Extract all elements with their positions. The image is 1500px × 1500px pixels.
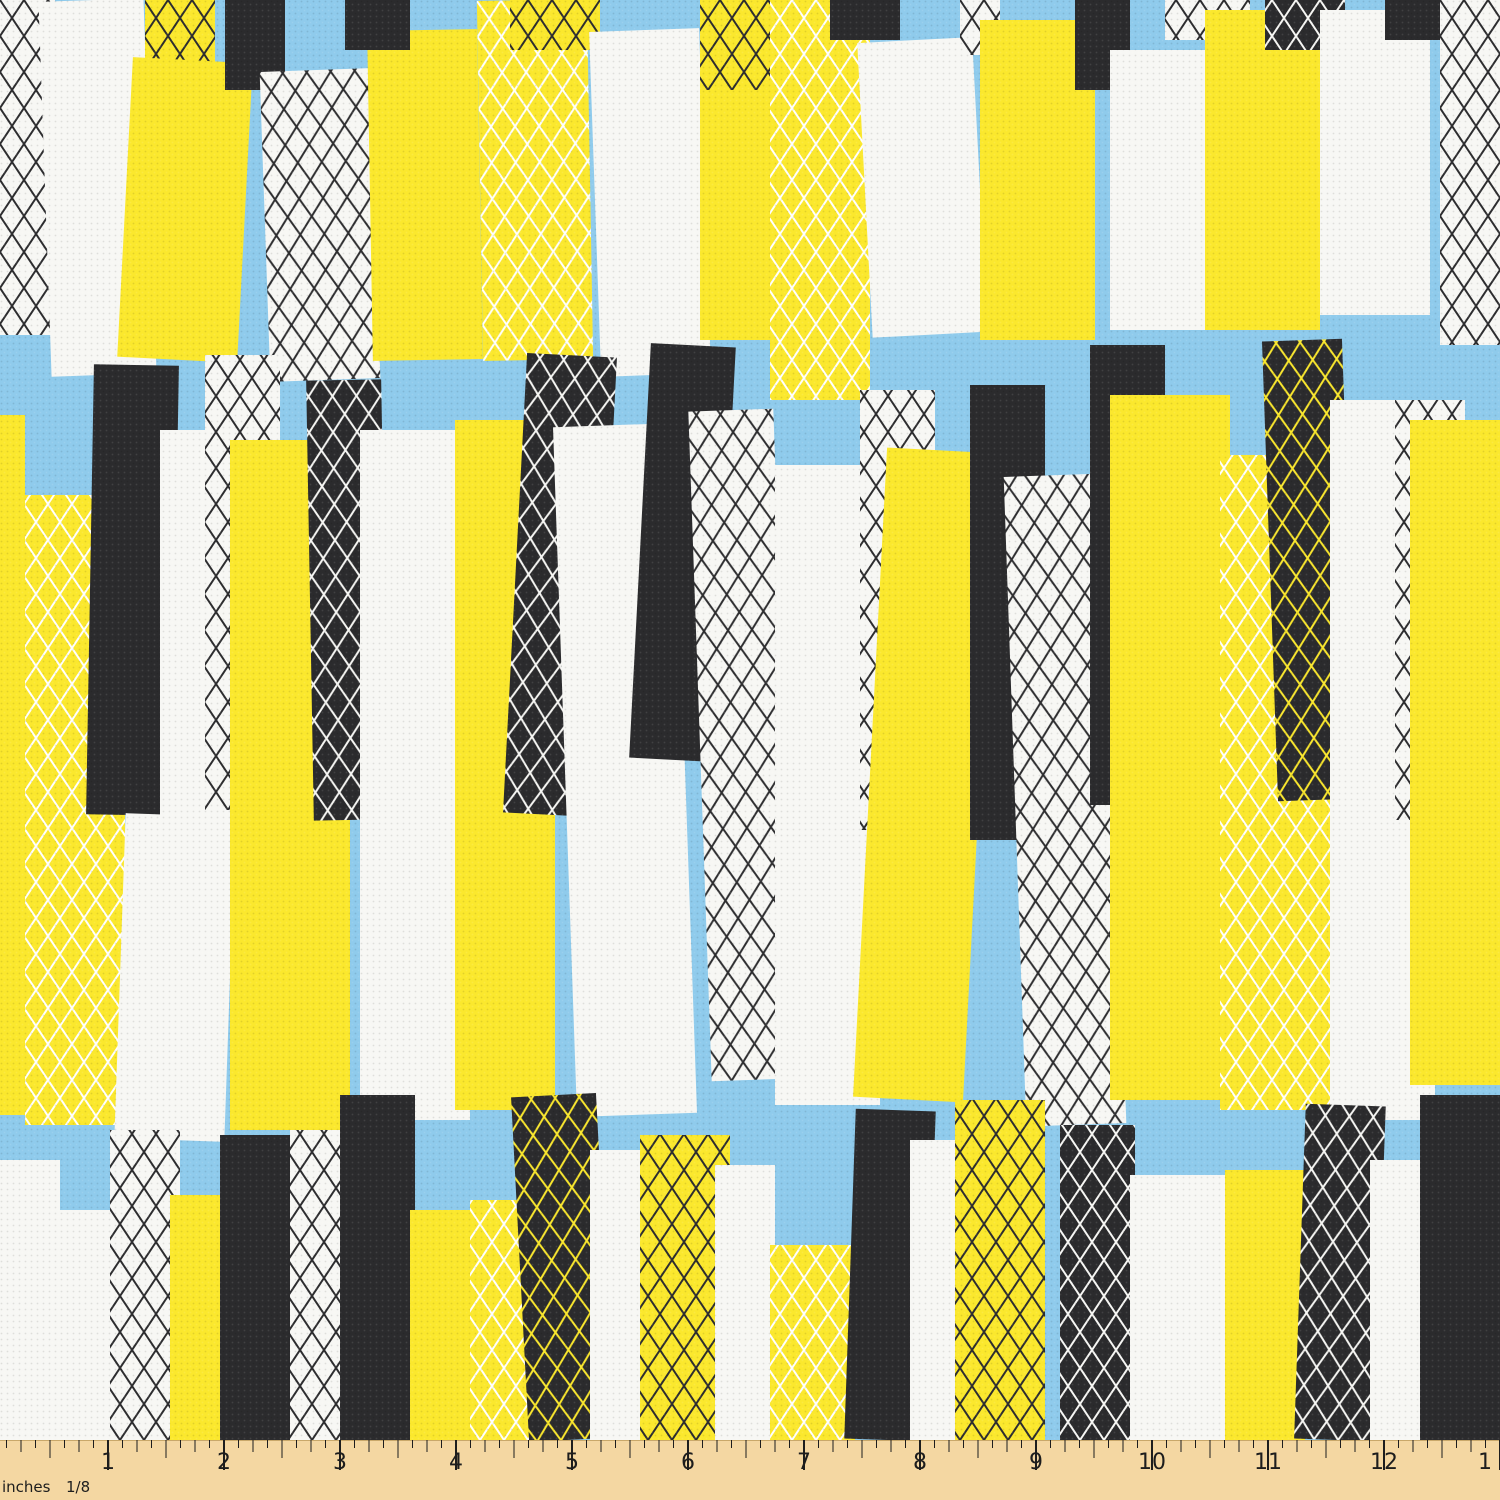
ruler-number: 6 — [681, 1450, 695, 1475]
ruler-number: 1 — [101, 1450, 115, 1475]
ruler-fraction-label: 1/8 — [66, 1478, 90, 1496]
ruler-number: 12 — [1370, 1450, 1398, 1475]
ruler-number: 9 — [1029, 1450, 1043, 1475]
fabric-swatch — [0, 0, 1500, 1440]
measuring-ruler: 1 2 3 4 5 6 7 8 9 10 11 12 1 inches 1/8 — [0, 1440, 1500, 1500]
ruler-number: 7 — [797, 1450, 811, 1475]
ruler-number: 1 — [1478, 1450, 1492, 1475]
ruler-unit-label: inches — [2, 1478, 51, 1496]
ruler-number: 3 — [333, 1450, 347, 1475]
weave-overlay — [0, 0, 1500, 1440]
ruler-number: 8 — [913, 1450, 927, 1475]
ruler-number: 10 — [1138, 1450, 1166, 1475]
ruler-number: 5 — [565, 1450, 579, 1475]
ruler-number: 4 — [449, 1450, 463, 1475]
ruler-number: 2 — [217, 1450, 231, 1475]
ruler-number: 11 — [1254, 1450, 1282, 1475]
